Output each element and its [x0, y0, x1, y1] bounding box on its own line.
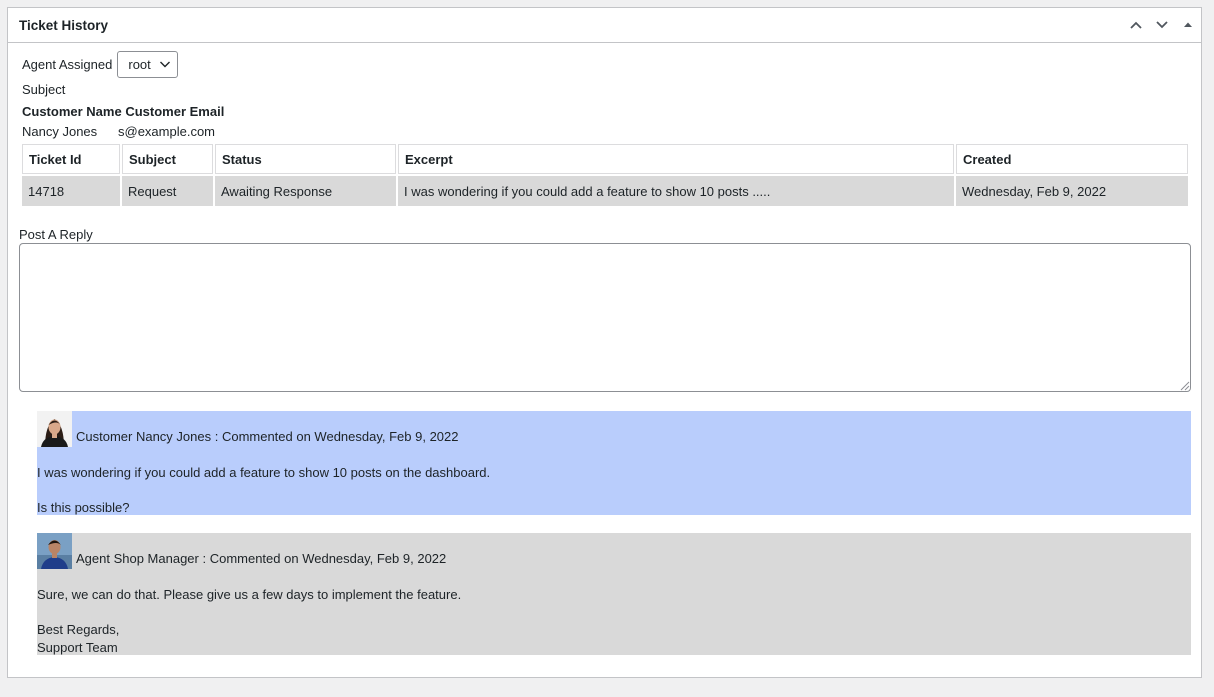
customer-info-values: Nancy Jones s@example.com: [22, 124, 215, 139]
reply-textarea[interactable]: [19, 243, 1191, 392]
chevron-down-icon: [160, 61, 171, 68]
cell-created: Wednesday, Feb 9, 2022: [956, 176, 1188, 206]
chevron-down-icon: [1156, 21, 1168, 29]
comment-customer: Customer Nancy Jones : Commented on Wedn…: [37, 411, 1191, 515]
column-header-status: Status: [215, 144, 396, 174]
move-down-button[interactable]: [1149, 8, 1175, 43]
comment-text: Support Team: [37, 640, 118, 655]
resize-handle-icon[interactable]: [1178, 379, 1190, 391]
cell-ticket-id: 14718: [22, 176, 120, 206]
column-header-subject: Subject: [122, 144, 213, 174]
ticket-table: Ticket Id Subject Status Excerpt Created…: [20, 142, 1190, 208]
comment-header: Agent Shop Manager : Commented on Wednes…: [37, 533, 1191, 569]
ticket-history-panel: Ticket History Agent Assigned root Subje…: [7, 7, 1202, 678]
panel-title: Ticket History: [19, 17, 109, 33]
customer-name: Nancy Jones: [22, 124, 98, 139]
customer-email-header: Customer Email: [125, 104, 225, 119]
post-reply-label: Post A Reply: [19, 227, 93, 242]
panel-controls: [1123, 8, 1201, 43]
cell-status: Awaiting Response: [215, 176, 396, 206]
move-up-button[interactable]: [1123, 8, 1149, 43]
comment-body: I was wondering if you could add a featu…: [37, 447, 1191, 517]
comment-text: Is this possible?: [37, 500, 130, 515]
customer-name-header: Customer Name: [22, 104, 122, 119]
panel-header: Ticket History: [8, 8, 1201, 43]
comment-text: Sure, we can do that. Please give us a f…: [37, 587, 462, 602]
agent-select-value: root: [128, 57, 151, 72]
table-header-row: Ticket Id Subject Status Excerpt Created: [22, 144, 1188, 174]
table-row[interactable]: 14718 Request Awaiting Response I was wo…: [22, 176, 1188, 206]
agent-avatar: [37, 533, 72, 569]
customer-avatar: [37, 411, 72, 447]
comment-agent: Agent Shop Manager : Commented on Wednes…: [37, 533, 1191, 655]
cell-subject: Request: [122, 176, 213, 206]
comment-text: I was wondering if you could add a featu…: [37, 465, 491, 480]
agent-assigned-row: Agent Assigned root: [22, 51, 179, 78]
column-header-excerpt: Excerpt: [398, 144, 954, 174]
cell-excerpt: I was wondering if you could add a featu…: [398, 176, 954, 206]
comment-meta: Agent Shop Manager : Commented on Wednes…: [76, 551, 447, 566]
chevron-up-icon: [1130, 21, 1142, 29]
agent-assigned-label: Agent Assigned: [22, 57, 113, 72]
customer-info-header: Customer Name Customer Email: [22, 104, 224, 119]
column-header-created: Created: [956, 144, 1188, 174]
subject-label: Subject: [22, 82, 66, 97]
comment-body: Sure, we can do that. Please give us a f…: [37, 569, 1191, 657]
comment-header: Customer Nancy Jones : Commented on Wedn…: [37, 411, 1191, 447]
agent-select[interactable]: root: [117, 51, 179, 78]
column-header-ticket-id: Ticket Id: [22, 144, 120, 174]
collapse-panel-button[interactable]: [1175, 8, 1201, 43]
comment-text: Best Regards,: [37, 622, 120, 637]
triangle-up-icon: [1184, 22, 1192, 27]
comment-meta: Customer Nancy Jones : Commented on Wedn…: [76, 429, 459, 444]
customer-email: s@example.com: [118, 124, 216, 139]
